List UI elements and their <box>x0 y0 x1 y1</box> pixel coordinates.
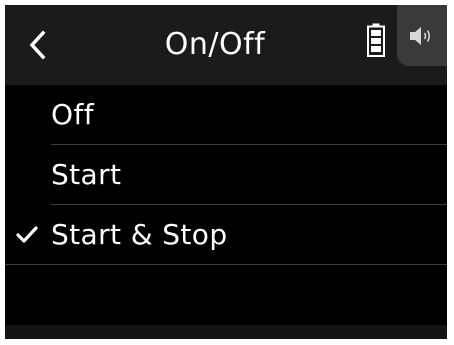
back-button[interactable] <box>21 25 55 65</box>
option-start[interactable]: Start <box>5 145 447 205</box>
option-label: Start & Stop <box>51 218 228 251</box>
option-label: Off <box>51 98 94 131</box>
chevron-left-icon <box>29 30 46 60</box>
speaker-button[interactable] <box>397 5 447 66</box>
checkmark-icon <box>16 226 38 243</box>
option-list: Off Start Start & Stop <box>5 85 447 265</box>
speaker-icon <box>410 26 431 45</box>
device-screen: On/Off Off Start Start & Stop <box>5 5 447 339</box>
option-start-and-stop[interactable]: Start & Stop <box>5 205 447 265</box>
battery-full-icon <box>367 23 385 57</box>
option-label: Start <box>51 158 122 191</box>
option-off[interactable]: Off <box>5 85 447 145</box>
page-title: On/Off <box>164 27 266 62</box>
bottom-bar <box>5 325 447 339</box>
empty-list-area <box>5 265 447 325</box>
header-bar: On/Off <box>5 5 447 85</box>
